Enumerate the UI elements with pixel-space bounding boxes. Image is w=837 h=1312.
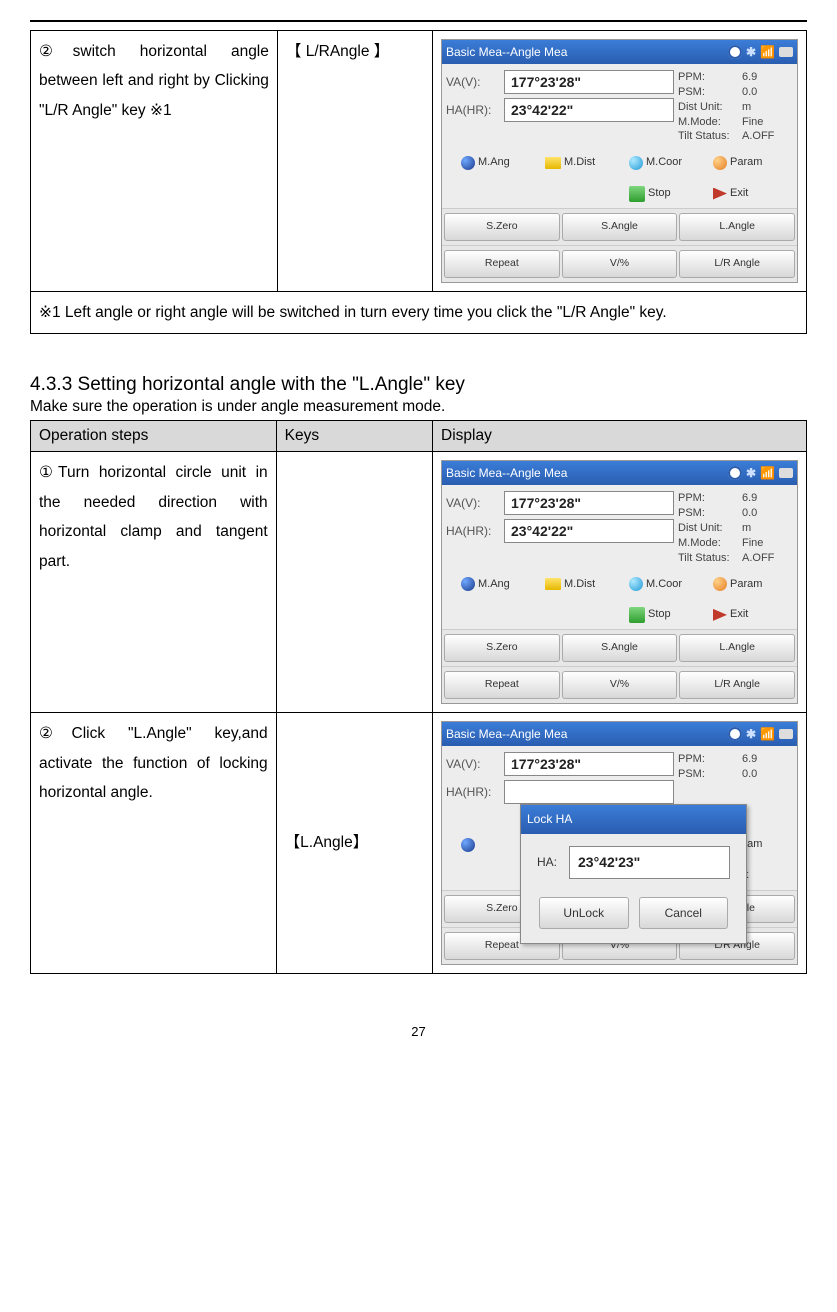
page-number: 27 (30, 1024, 807, 1039)
gear-icon (728, 466, 742, 480)
device-screenshot-1: Basic Mea--Angle Mea ✱ 📶 VA(V): 177°23'2… (441, 39, 798, 283)
sangle-button[interactable]: S.Angle (562, 213, 678, 241)
exit-icon (713, 188, 727, 200)
dialog-ha-value[interactable]: 23°42'23" (569, 846, 730, 879)
th-key: Keys (276, 421, 432, 452)
device-screenshot-3: Basic Mea--Angle Mea ✱ 📶 VA(V):177°23'28… (441, 721, 798, 965)
va-label: VA(V): (446, 71, 498, 94)
stop-button[interactable]: Stop (629, 183, 707, 204)
cancel-button[interactable]: Cancel (639, 897, 729, 930)
table-langle: Operation steps Keys Display ①Turn horiz… (30, 420, 807, 974)
mcoor-button[interactable]: M.Coor (629, 152, 707, 173)
key-cell: 【 L/RAngle 】 (277, 31, 432, 292)
signal-icon: 📶 (760, 462, 775, 485)
top-rule (30, 20, 807, 22)
bluetooth-icon: ✱ (746, 723, 756, 746)
mdist-button[interactable]: M.Dist (545, 152, 623, 173)
sphere-icon (461, 156, 475, 170)
device-titlebar: Basic Mea--Angle Mea ✱ 📶 (442, 461, 797, 485)
mang-button[interactable]: M.Ang (461, 152, 539, 173)
gear-icon (728, 727, 742, 741)
va-value: 177°23'28" (504, 70, 674, 94)
exit-button[interactable]: Exit (713, 183, 791, 204)
lrangle-button[interactable]: L/R Angle (679, 250, 795, 278)
note-cell: ※1 Left angle or right angle will be swi… (31, 291, 807, 333)
sphere-icon (461, 577, 475, 591)
bluetooth-icon: ✱ (746, 41, 756, 64)
langle-button[interactable]: L.Angle (679, 213, 795, 241)
device-title: Basic Mea--Angle Mea (446, 41, 567, 64)
repeat-button[interactable]: Repeat (444, 250, 560, 278)
ha-value: 23°42'22" (504, 98, 674, 122)
vpct-button[interactable]: V/% (562, 250, 678, 278)
row1-disp: Basic Mea--Angle Mea ✱ 📶 VA(V):177°23'28… (433, 452, 807, 713)
section-title: 4.3.3 Setting horizontal angle with the … (30, 374, 807, 396)
row2-key: 【L.Angle】 (276, 713, 432, 974)
device-title: Basic Mea--Angle Mea (446, 462, 567, 485)
ha-label: HA(HR): (446, 99, 498, 122)
lock-ha-dialog: Lock HA HA: 23°42'23" UnLock Cancel (520, 804, 747, 944)
th-disp: Display (433, 421, 807, 452)
stop-icon (629, 607, 645, 623)
section-subtitle: Make sure the operation is under angle m… (30, 398, 807, 416)
softkey-row-1: S.Zero S.Angle L.Angle (442, 208, 797, 245)
op-cell: ②switch horizontal angle between left an… (31, 31, 278, 292)
tool-icon (713, 577, 727, 591)
device-titlebar: Basic Mea--Angle Mea ✱ 📶 (442, 40, 797, 64)
gear-icon (728, 45, 742, 59)
globe-icon (629, 577, 643, 591)
unlock-button[interactable]: UnLock (539, 897, 629, 930)
signal-icon: 📶 (760, 723, 775, 746)
dialog-ha-label: HA: (537, 851, 557, 874)
stop-icon (629, 186, 645, 202)
sphere-icon (461, 838, 475, 852)
key-icon (779, 47, 793, 57)
device-info: PPM:6.9 PSM:0.0 Dist Unit:m M.Mode:Fine … (678, 70, 793, 144)
row2-op: ②Click "L.Angle" key,and activate the fu… (31, 713, 277, 974)
folder-icon (545, 157, 561, 169)
row1-key (276, 452, 432, 713)
row2-disp: Basic Mea--Angle Mea ✱ 📶 VA(V):177°23'28… (433, 713, 807, 974)
exit-icon (713, 609, 727, 621)
row1-op: ①Turn horizontal circle unit in the need… (31, 452, 277, 713)
display-cell: Basic Mea--Angle Mea ✱ 📶 VA(V): 177°23'2… (433, 31, 807, 292)
param-button[interactable]: Param (713, 152, 791, 173)
softkey-row-2: Repeat V/% L/R Angle (442, 245, 797, 282)
globe-icon (629, 156, 643, 170)
key-icon (779, 729, 793, 739)
key-icon (779, 468, 793, 478)
signal-icon: 📶 (760, 41, 775, 64)
dialog-title: Lock HA (521, 805, 746, 834)
device-screenshot-2: Basic Mea--Angle Mea ✱ 📶 VA(V):177°23'28… (441, 460, 798, 704)
szero-button[interactable]: S.Zero (444, 213, 560, 241)
table-lr-angle: ②switch horizontal angle between left an… (30, 30, 807, 334)
bluetooth-icon: ✱ (746, 462, 756, 485)
tool-icon (713, 156, 727, 170)
th-op: Operation steps (31, 421, 277, 452)
folder-icon (545, 578, 561, 590)
